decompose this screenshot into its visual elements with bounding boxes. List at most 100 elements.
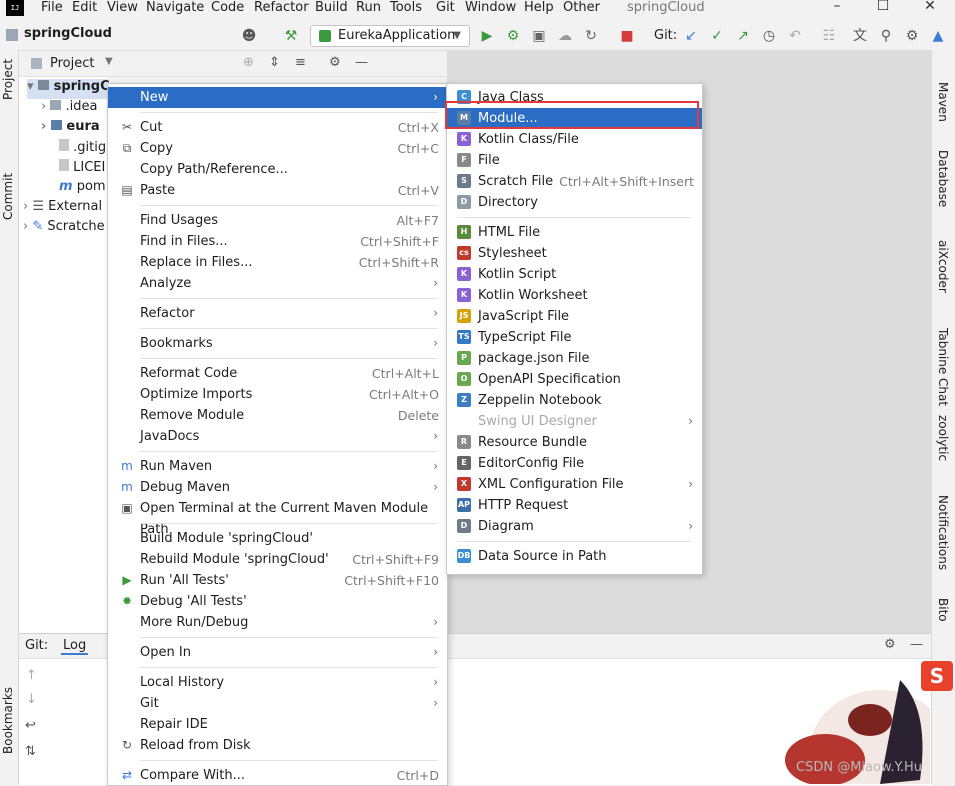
more-run-icon[interactable]: ↻ — [582, 27, 600, 45]
bookmarks-tool-tab[interactable]: Bookmarks — [1, 687, 15, 754]
zoolytic-tool-tab[interactable]: zoolytic — [936, 415, 950, 461]
tab-log[interactable]: Log — [61, 638, 89, 655]
tree-item-pom[interactable]: m pom — [59, 179, 106, 194]
new-item-package-json-file[interactable]: Ppackage.json File — [447, 348, 702, 369]
git-commit-icon[interactable]: ✓ — [708, 27, 726, 45]
tree-item-root[interactable]: ▾ springC — [27, 79, 110, 99]
menu-item-open-in[interactable]: Open In › — [108, 642, 447, 663]
menu-other[interactable]: Other — [563, 0, 600, 16]
new-item-file[interactable]: F File — [447, 150, 702, 171]
run-config-select[interactable]: EurekaApplication ▼ — [310, 25, 470, 47]
menu-edit[interactable]: Edit — [72, 0, 97, 16]
settings-gear-icon[interactable]: ⚙ — [903, 27, 921, 45]
menu-file[interactable]: File — [41, 0, 63, 16]
menu-item-repair-ide[interactable]: Repair IDE — [108, 714, 447, 735]
tree-item-external-libraries[interactable]: › ☰ External — [23, 199, 102, 214]
menu-item-replace-in-files[interactable]: Replace in Files... Ctrl+Shift+R — [108, 252, 447, 273]
menu-item-compare-with[interactable]: ⇄ Compare With... Ctrl+D — [108, 765, 447, 786]
project-breadcrumb[interactable]: springCloud — [24, 26, 112, 41]
search-icon[interactable]: ⚲ — [877, 27, 895, 45]
menu-item-new[interactable]: New › — [108, 87, 447, 108]
wrap-icon[interactable]: ↩ — [25, 718, 36, 733]
menu-tools[interactable]: Tools — [390, 0, 422, 16]
bito-tool-tab[interactable]: Bito — [936, 598, 950, 622]
arrow-down-icon[interactable]: ↓ — [26, 692, 37, 707]
new-item-resource-bundle[interactable]: R Resource Bundle — [447, 432, 702, 453]
structure-icon[interactable]: ☷ — [820, 27, 838, 45]
sort-icon[interactable]: ⇅ — [25, 744, 36, 759]
menu-item-run-maven[interactable]: m Run Maven › — [108, 456, 447, 477]
new-item-diagram[interactable]: D Diagram › — [447, 516, 702, 537]
translate-icon[interactable]: 文 — [851, 27, 869, 45]
new-item-kotlin-script[interactable]: K Kotlin Script — [447, 264, 702, 285]
chevron-down-icon[interactable]: ▼ — [105, 56, 113, 67]
rollback-icon[interactable]: ↶ — [786, 27, 804, 45]
menu-item-analyze[interactable]: Analyze › — [108, 273, 447, 294]
debug-icon[interactable]: ⚙ — [504, 27, 522, 45]
menu-item-cut[interactable]: ✂ Cut Ctrl+X — [108, 117, 447, 138]
menu-navigate[interactable]: Navigate — [146, 0, 204, 16]
new-item-stylesheet[interactable]: cs Stylesheet — [447, 243, 702, 264]
tree-item-idea[interactable]: › .idea — [41, 99, 97, 114]
menu-git[interactable]: Git — [436, 0, 455, 16]
menu-item-copy[interactable]: ⧉ Copy Ctrl+C — [108, 138, 447, 159]
minimize-icon[interactable]: – — [822, 0, 852, 14]
tree-item-scratches[interactable]: › ✎ Scratche — [23, 219, 105, 234]
menu-item-find-in-files[interactable]: Find in Files... Ctrl+Shift+F — [108, 231, 447, 252]
new-item-typescript-file[interactable]: TS TypeScript File — [447, 327, 702, 348]
notifications-tool-tab[interactable]: Notifications — [936, 495, 950, 570]
menu-window[interactable]: Window — [465, 0, 516, 16]
new-item-kotlin-worksheet[interactable]: K Kotlin Worksheet — [447, 285, 702, 306]
new-item-editorconfig-file[interactable]: E EditorConfig File — [447, 453, 702, 474]
new-item-scratch-file[interactable]: S Scratch File Ctrl+Alt+Shift+Insert — [447, 171, 702, 192]
menu-help[interactable]: Help — [524, 0, 554, 16]
menu-item-debug-all-tests[interactable]: ✹ Debug 'All Tests' — [108, 591, 447, 612]
tree-item-license[interactable]: LICEI — [59, 159, 105, 175]
menu-item-more-run-debug[interactable]: More Run/Debug › — [108, 612, 447, 633]
menu-item-git[interactable]: Git › — [108, 693, 447, 714]
hide-panel-icon[interactable]: — — [355, 55, 368, 70]
new-item-kotlin-class-file[interactable]: K Kotlin Class/File — [447, 129, 702, 150]
database-tool-tab[interactable]: Database — [936, 150, 950, 207]
menu-item-rebuild-module-springcloud[interactable]: Rebuild Module 'springCloud' Ctrl+Shift+F… — [108, 549, 447, 570]
maven-tool-tab[interactable]: Maven — [936, 82, 950, 122]
project-tool-tab[interactable]: Project — [1, 59, 15, 100]
menu-item-local-history[interactable]: Local History › — [108, 672, 447, 693]
menu-run[interactable]: Run — [356, 0, 381, 16]
close-icon[interactable]: ✕ — [915, 0, 945, 14]
git-push-icon[interactable]: ↗ — [734, 27, 752, 45]
stop-icon[interactable]: ■ — [618, 27, 636, 45]
run-icon[interactable]: ▶ — [478, 27, 496, 45]
collapse-all-icon[interactable]: ≡ — [295, 55, 306, 70]
jetbrains-toolbox-icon[interactable]: ▲ — [929, 27, 947, 45]
new-item-directory[interactable]: D Directory — [447, 192, 702, 213]
tabnine-chat-tool-tab[interactable]: Tabnine Chat — [936, 328, 950, 406]
new-item-http-request[interactable]: AP HTTP Request — [447, 495, 702, 516]
menu-item-javadocs[interactable]: JavaDocs › — [108, 426, 447, 447]
menu-item-remove-module[interactable]: Remove Module Delete — [108, 405, 447, 426]
profile-icon[interactable]: ☁ — [556, 27, 574, 45]
menu-code[interactable]: Code — [211, 0, 244, 16]
history-icon[interactable]: ◷ — [760, 27, 778, 45]
new-item-javascript-file[interactable]: JS JavaScript File — [447, 306, 702, 327]
hammer-icon[interactable]: ⚒ — [282, 27, 300, 45]
new-item-data-source-in-path[interactable]: DB Data Source in Path — [447, 546, 702, 567]
git-update-icon[interactable]: ↙ — [682, 27, 700, 45]
commit-tool-tab[interactable]: Commit — [1, 173, 15, 220]
menu-refactor[interactable]: Refactor — [254, 0, 309, 16]
menu-item-paste[interactable]: ▤ Paste Ctrl+V — [108, 180, 447, 201]
new-item-openapi-specification[interactable]: O OpenAPI Specification — [447, 369, 702, 390]
menu-item-copy-path-reference[interactable]: Copy Path/Reference... — [108, 159, 447, 180]
tree-item-eureka[interactable]: › eura — [41, 119, 100, 134]
menu-item-build-module-springcloud[interactable]: Build Module 'springCloud' — [108, 528, 447, 549]
new-item-html-file[interactable]: H HTML File — [447, 222, 702, 243]
tree-item-gitignore[interactable]: .gitig — [59, 139, 106, 155]
project-view-title[interactable]: Project — [50, 56, 94, 71]
locate-icon[interactable]: ⊕ — [243, 55, 254, 70]
maximize-icon[interactable]: ☐ — [868, 0, 898, 14]
new-item-xml-configuration-file[interactable]: X XML Configuration File › — [447, 474, 702, 495]
menu-item-open-terminal-at-the-current-maven-module-path[interactable]: ▣ Open Terminal at the Current Maven Modu… — [108, 498, 447, 537]
menu-view[interactable]: View — [107, 0, 138, 16]
menu-item-reload-from-disk[interactable]: ↻ Reload from Disk — [108, 735, 447, 756]
menu-item-run-all-tests[interactable]: ▶ Run 'All Tests' Ctrl+Shift+F10 — [108, 570, 447, 591]
